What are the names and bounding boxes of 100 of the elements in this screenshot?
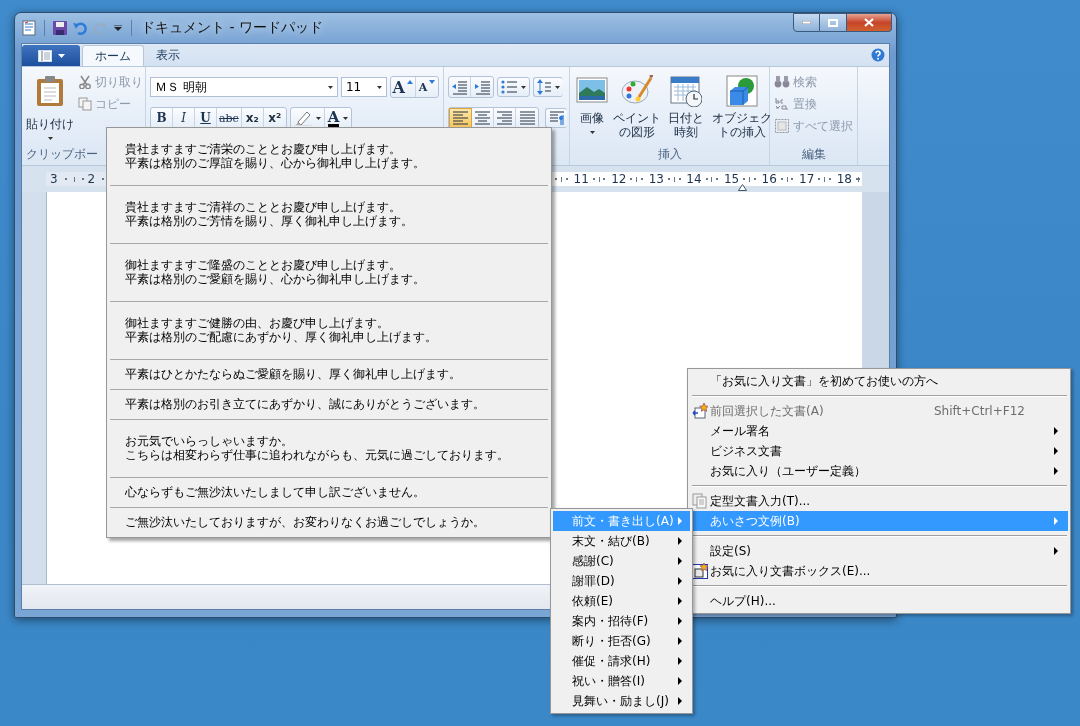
indent-icon: [473, 79, 491, 95]
close-icon: [864, 18, 874, 27]
grow-font-button[interactable]: A: [390, 77, 416, 97]
menu-item[interactable]: ビジネス文書: [690, 441, 1068, 461]
menu-item[interactable]: 感謝(C): [553, 551, 690, 571]
selection-box-icon: [774, 118, 790, 134]
submenu-arrow-icon: [678, 677, 682, 685]
minimize-button[interactable]: [793, 13, 820, 32]
ruler-number: 12: [611, 172, 627, 186]
greeting-text[interactable]: 貴社ますますご清栄のこととお慶び申し上げます。 平素は格別のご厚誼を賜り、心から御礼申し上げます。: [110, 128, 548, 185]
window-title: ドキュメント - ワードパッド: [141, 18, 323, 37]
line-spacing-icon: [537, 79, 551, 95]
ruler-number: 2: [87, 172, 96, 186]
help-icon[interactable]: [871, 48, 885, 62]
paint-palette-icon: [621, 75, 653, 107]
group-label: クリップボー: [26, 146, 98, 163]
ruler-number: 15: [723, 172, 740, 186]
greeting-text[interactable]: お元気でいらっしゃいますか。 こちらは相変わらず仕事に追われながらも、元気に過ごしております。: [110, 420, 548, 477]
recent-document-star-icon: [692, 403, 708, 419]
menu-item[interactable]: 末文・結び(B): [553, 531, 690, 551]
maximize-icon: [828, 18, 838, 27]
submenu-arrow-icon: [678, 697, 682, 705]
ruler-number: 13: [648, 172, 664, 186]
greeting-text[interactable]: 貴社ますますご清祥のこととお慶び申し上げます。 平素は格別のご芳情を賜り、厚く御礼申し上げます。: [110, 186, 548, 243]
clipboard-icon: [35, 75, 65, 107]
outdent-icon: [451, 79, 468, 95]
copy-pages-icon: [692, 493, 708, 509]
menu-item[interactable]: 依頼(E): [553, 591, 690, 611]
menu-item[interactable]: 定型文書入力(T)...: [690, 491, 1068, 511]
customize-caret-icon[interactable]: [114, 24, 122, 31]
greeting-text[interactable]: 心ならずもご無沙汰いたしまして申し訳ございません。: [110, 478, 548, 507]
ribbon-tab[interactable]: ホーム: [82, 45, 144, 66]
submenu-arrow-icon: [678, 557, 682, 565]
caret-icon: [343, 116, 349, 120]
align-left-icon: [452, 110, 469, 126]
greeting-text[interactable]: ご無沙汰いたしておりますが、お変わりなくお過ごしでしょうか。: [110, 508, 548, 537]
menu-item[interactable]: お気に入り（ユーザー定義）: [690, 461, 1068, 481]
superscript-button[interactable]: x²: [263, 108, 286, 128]
submenu-arrow-icon: [678, 517, 682, 525]
paragraph-icon: [548, 110, 565, 126]
menu-item[interactable]: 設定(S): [690, 541, 1068, 561]
menu-item[interactable]: 案内・招待(F): [553, 611, 690, 631]
application-menu-button[interactable]: [22, 45, 80, 66]
group-label: 編集: [800, 146, 827, 163]
menu-item[interactable]: 祝い・贈答(I): [553, 671, 690, 691]
submenu-arrow-icon: [1054, 547, 1058, 555]
line-spacing-button[interactable]: [533, 77, 563, 97]
greeting-text[interactable]: 御社ますますご隆盛のこととお慶び申し上げます。 平素は格別のご愛顧を賜り、心から御礼申し上げます。: [110, 244, 548, 301]
submenu-arrow-icon: [1054, 517, 1058, 525]
submenu-arrow-icon: [1054, 467, 1058, 475]
menu-item[interactable]: 断り・拒否(G): [553, 631, 690, 651]
tab-stop-marker-icon[interactable]: [738, 184, 748, 191]
bulleted-list-icon: [501, 80, 517, 94]
caret-icon: [315, 116, 321, 120]
font-size-field[interactable]: 11: [341, 77, 387, 97]
menu-item[interactable]: 催促・請求(H): [553, 651, 690, 671]
decrease-indent-button[interactable]: [449, 77, 471, 97]
submenu-arrow-icon: [1054, 427, 1058, 435]
menu-item[interactable]: メール署名: [690, 421, 1068, 441]
align-left-button[interactable]: [449, 108, 472, 128]
submenu-arrow-icon: [678, 617, 682, 625]
submenu-arrow-icon: [678, 597, 682, 605]
caret-icon: [57, 53, 65, 58]
caret-icon: [376, 85, 382, 89]
submenu-arrow-icon: [678, 657, 682, 665]
menu-item[interactable]: 謝罪(D): [553, 571, 690, 591]
menu-item[interactable]: ヘルプ(H)...: [690, 591, 1068, 611]
ruler-number: 17: [799, 172, 815, 186]
menu-item[interactable]: 見舞い・励まし(J): [553, 691, 690, 711]
close-button[interactable]: [847, 13, 892, 32]
font-name-field[interactable]: ＭＳ 明朝: [150, 77, 338, 97]
down-arrow-icon: [429, 80, 436, 84]
paragraph-button[interactable]: [545, 108, 567, 128]
save-icon[interactable]: [52, 19, 68, 36]
caret-icon: [521, 85, 526, 89]
highlighter-pen-icon: [293, 110, 312, 126]
picture-button[interactable]: 画像: [576, 71, 608, 146]
maximize-button[interactable]: [820, 13, 847, 32]
caret-icon: [328, 85, 333, 89]
submenu-arrow-icon: [678, 637, 682, 645]
ruler-number: 16: [761, 172, 777, 186]
greeting-text[interactable]: 御社ますますご健勝の由、お慶び申し上げます。 平素は格別のご配慮にあずかり、厚く御礼申し上げます。: [110, 302, 548, 359]
group-label: 挿入: [656, 146, 683, 163]
date-time-button[interactable]: 日付と時刻: [666, 71, 706, 146]
paint-drawing-button[interactable]: ペイントの図形: [611, 71, 663, 146]
document-app-icon[interactable]: [21, 19, 37, 36]
caret-icon: [589, 131, 595, 134]
ribbon-tab[interactable]: 表示: [144, 45, 192, 66]
align-center-icon: [474, 110, 491, 126]
shrink-font-button[interactable]: A: [416, 77, 438, 97]
greeting-text[interactable]: 平素は格別のお引き立てにあずかり、誠にありがとうございます。: [110, 390, 548, 419]
up-arrow-icon: [407, 80, 413, 84]
submenu-arrow-icon: [1054, 447, 1058, 455]
menu-item[interactable]: 「お気に入り文書」を初めてお使いの方へ: [690, 371, 1068, 391]
greeting-text[interactable]: 平素はひとかたならぬご愛顧を賜り、厚く御礼申し上げます。: [110, 360, 548, 389]
justify-icon: [518, 110, 536, 126]
bullet-list-button[interactable]: [497, 77, 530, 97]
insert-object-button[interactable]: オブジェクトの挿入: [709, 71, 774, 146]
paste-button[interactable]: 貼り付け: [26, 71, 74, 146]
ruler-number: 3: [50, 172, 58, 186]
